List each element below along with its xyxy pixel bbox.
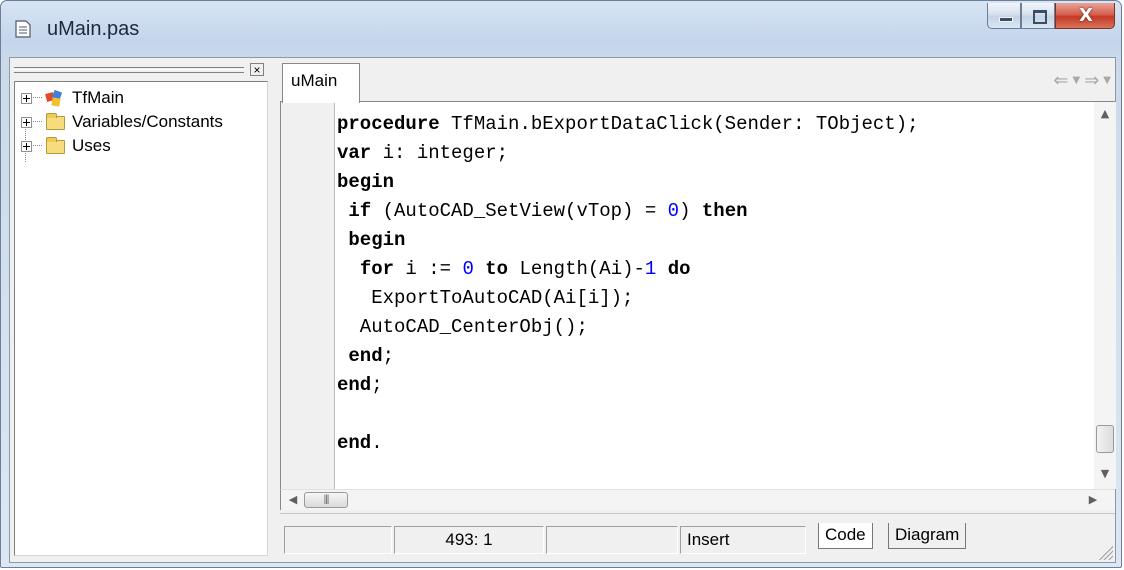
status-panel-modified xyxy=(546,526,678,554)
code-line: for i := 0 to Length(Ai)-1 do xyxy=(359,258,691,280)
folder-icon xyxy=(44,137,66,155)
close-icon: X xyxy=(1079,5,1093,26)
vertical-scrollbar[interactable]: ▲ ▼ xyxy=(1094,102,1116,489)
tab-code[interactable]: Code xyxy=(818,523,873,549)
structure-panel: × TfMain Variables/Constants Uses xyxy=(10,58,272,562)
scroll-left-icon[interactable]: ◀ xyxy=(283,490,303,510)
forward-dropdown-icon[interactable]: ▼ xyxy=(1103,70,1111,91)
expand-icon[interactable] xyxy=(21,116,32,128)
code-line: ExportToAutoCAD(Ai[i]); xyxy=(337,287,634,309)
code-line: end; xyxy=(337,374,383,396)
vertical-scroll-thumb[interactable] xyxy=(1096,425,1114,453)
scroll-up-icon[interactable]: ▲ xyxy=(1094,104,1116,124)
status-panel-empty xyxy=(284,526,392,554)
maximize-icon xyxy=(1033,10,1047,24)
tree-item-label: Uses xyxy=(72,136,111,155)
main-window: uMain.pas X × TfMain Variables/Constants… xyxy=(0,0,1122,568)
back-arrow-icon[interactable]: ⇐ xyxy=(1053,70,1068,91)
form-class-icon xyxy=(45,89,63,107)
minimize-button[interactable] xyxy=(987,3,1021,29)
tab-diagram[interactable]: Diagram xyxy=(888,523,967,549)
close-button[interactable]: X xyxy=(1055,3,1115,29)
scroll-down-icon[interactable]: ▼ xyxy=(1094,464,1116,484)
maximize-button[interactable] xyxy=(1021,3,1055,29)
code-line: if (AutoCAD_SetView(vTop) = 0) then xyxy=(348,200,748,222)
client-area: × TfMain Variables/Constants Uses uMain … xyxy=(9,57,1116,563)
tab-umain[interactable]: uMain xyxy=(282,63,360,103)
tree-item-label: Variables/Constants xyxy=(72,112,223,131)
expand-icon[interactable] xyxy=(21,92,32,104)
panel-header: × xyxy=(14,63,268,78)
back-dropdown-icon[interactable]: ▼ xyxy=(1073,70,1081,91)
expand-icon[interactable] xyxy=(21,140,32,152)
folder-icon xyxy=(44,113,66,131)
minimize-icon xyxy=(999,17,1013,22)
document-icon xyxy=(15,20,31,38)
insert-mode: Insert xyxy=(680,526,806,554)
status-bar: 493: 1 Insert Code Diagram xyxy=(280,513,1115,562)
panel-splitter[interactable] xyxy=(272,58,280,562)
cursor-position: 493: 1 xyxy=(394,526,544,554)
window-title: uMain.pas xyxy=(47,18,140,40)
code-line: begin xyxy=(337,171,395,193)
code-editor[interactable]: procedure TfMain.bExportDataClick(Sender… xyxy=(280,102,1116,489)
tree-item-uses[interactable]: Uses xyxy=(21,134,111,158)
structure-tree[interactable]: TfMain Variables/Constants Uses xyxy=(14,81,268,556)
code-line: procedure TfMain.bExportDataClick(Sender… xyxy=(337,113,919,135)
editor-tabstrip: uMain ⇐ ▼ ⇒ ▼ xyxy=(280,58,1115,103)
tree-connector xyxy=(33,121,42,123)
history-navigation: ⇐ ▼ ⇒ ▼ xyxy=(1053,70,1111,91)
forward-arrow-icon[interactable]: ⇒ xyxy=(1084,70,1099,91)
tree-connector xyxy=(33,97,42,99)
caption-buttons: X xyxy=(987,3,1115,31)
scroll-right-icon[interactable]: ▶ xyxy=(1083,490,1103,510)
code-line: end. xyxy=(337,432,383,454)
panel-grip[interactable] xyxy=(14,67,244,73)
tree-item-variables-constants[interactable]: Variables/Constants xyxy=(21,110,223,134)
panel-close-button[interactable]: × xyxy=(250,63,264,76)
editor-area: uMain ⇐ ▼ ⇒ ▼ procedure TfMain.bExportDa… xyxy=(280,58,1116,562)
tree-item-tfmain[interactable]: TfMain xyxy=(21,86,124,110)
code-line: begin xyxy=(348,229,406,251)
code-line: var i: integer; xyxy=(337,142,509,164)
title-bar[interactable]: uMain.pas X xyxy=(1,1,1121,57)
horizontal-scrollbar[interactable]: ◀ ||| ▶ xyxy=(280,489,1115,510)
code-line: AutoCAD_CenterObj(); xyxy=(337,316,588,338)
code-line: end; xyxy=(348,345,395,367)
horizontal-scroll-thumb[interactable]: ||| xyxy=(304,492,348,508)
tree-item-label: TfMain xyxy=(72,88,124,107)
tree-connector xyxy=(33,145,42,147)
editor-gutter[interactable] xyxy=(281,102,335,489)
resize-grip[interactable] xyxy=(1097,544,1113,560)
code-text[interactable]: procedure TfMain.bExportDataClick(Sender… xyxy=(337,110,919,458)
